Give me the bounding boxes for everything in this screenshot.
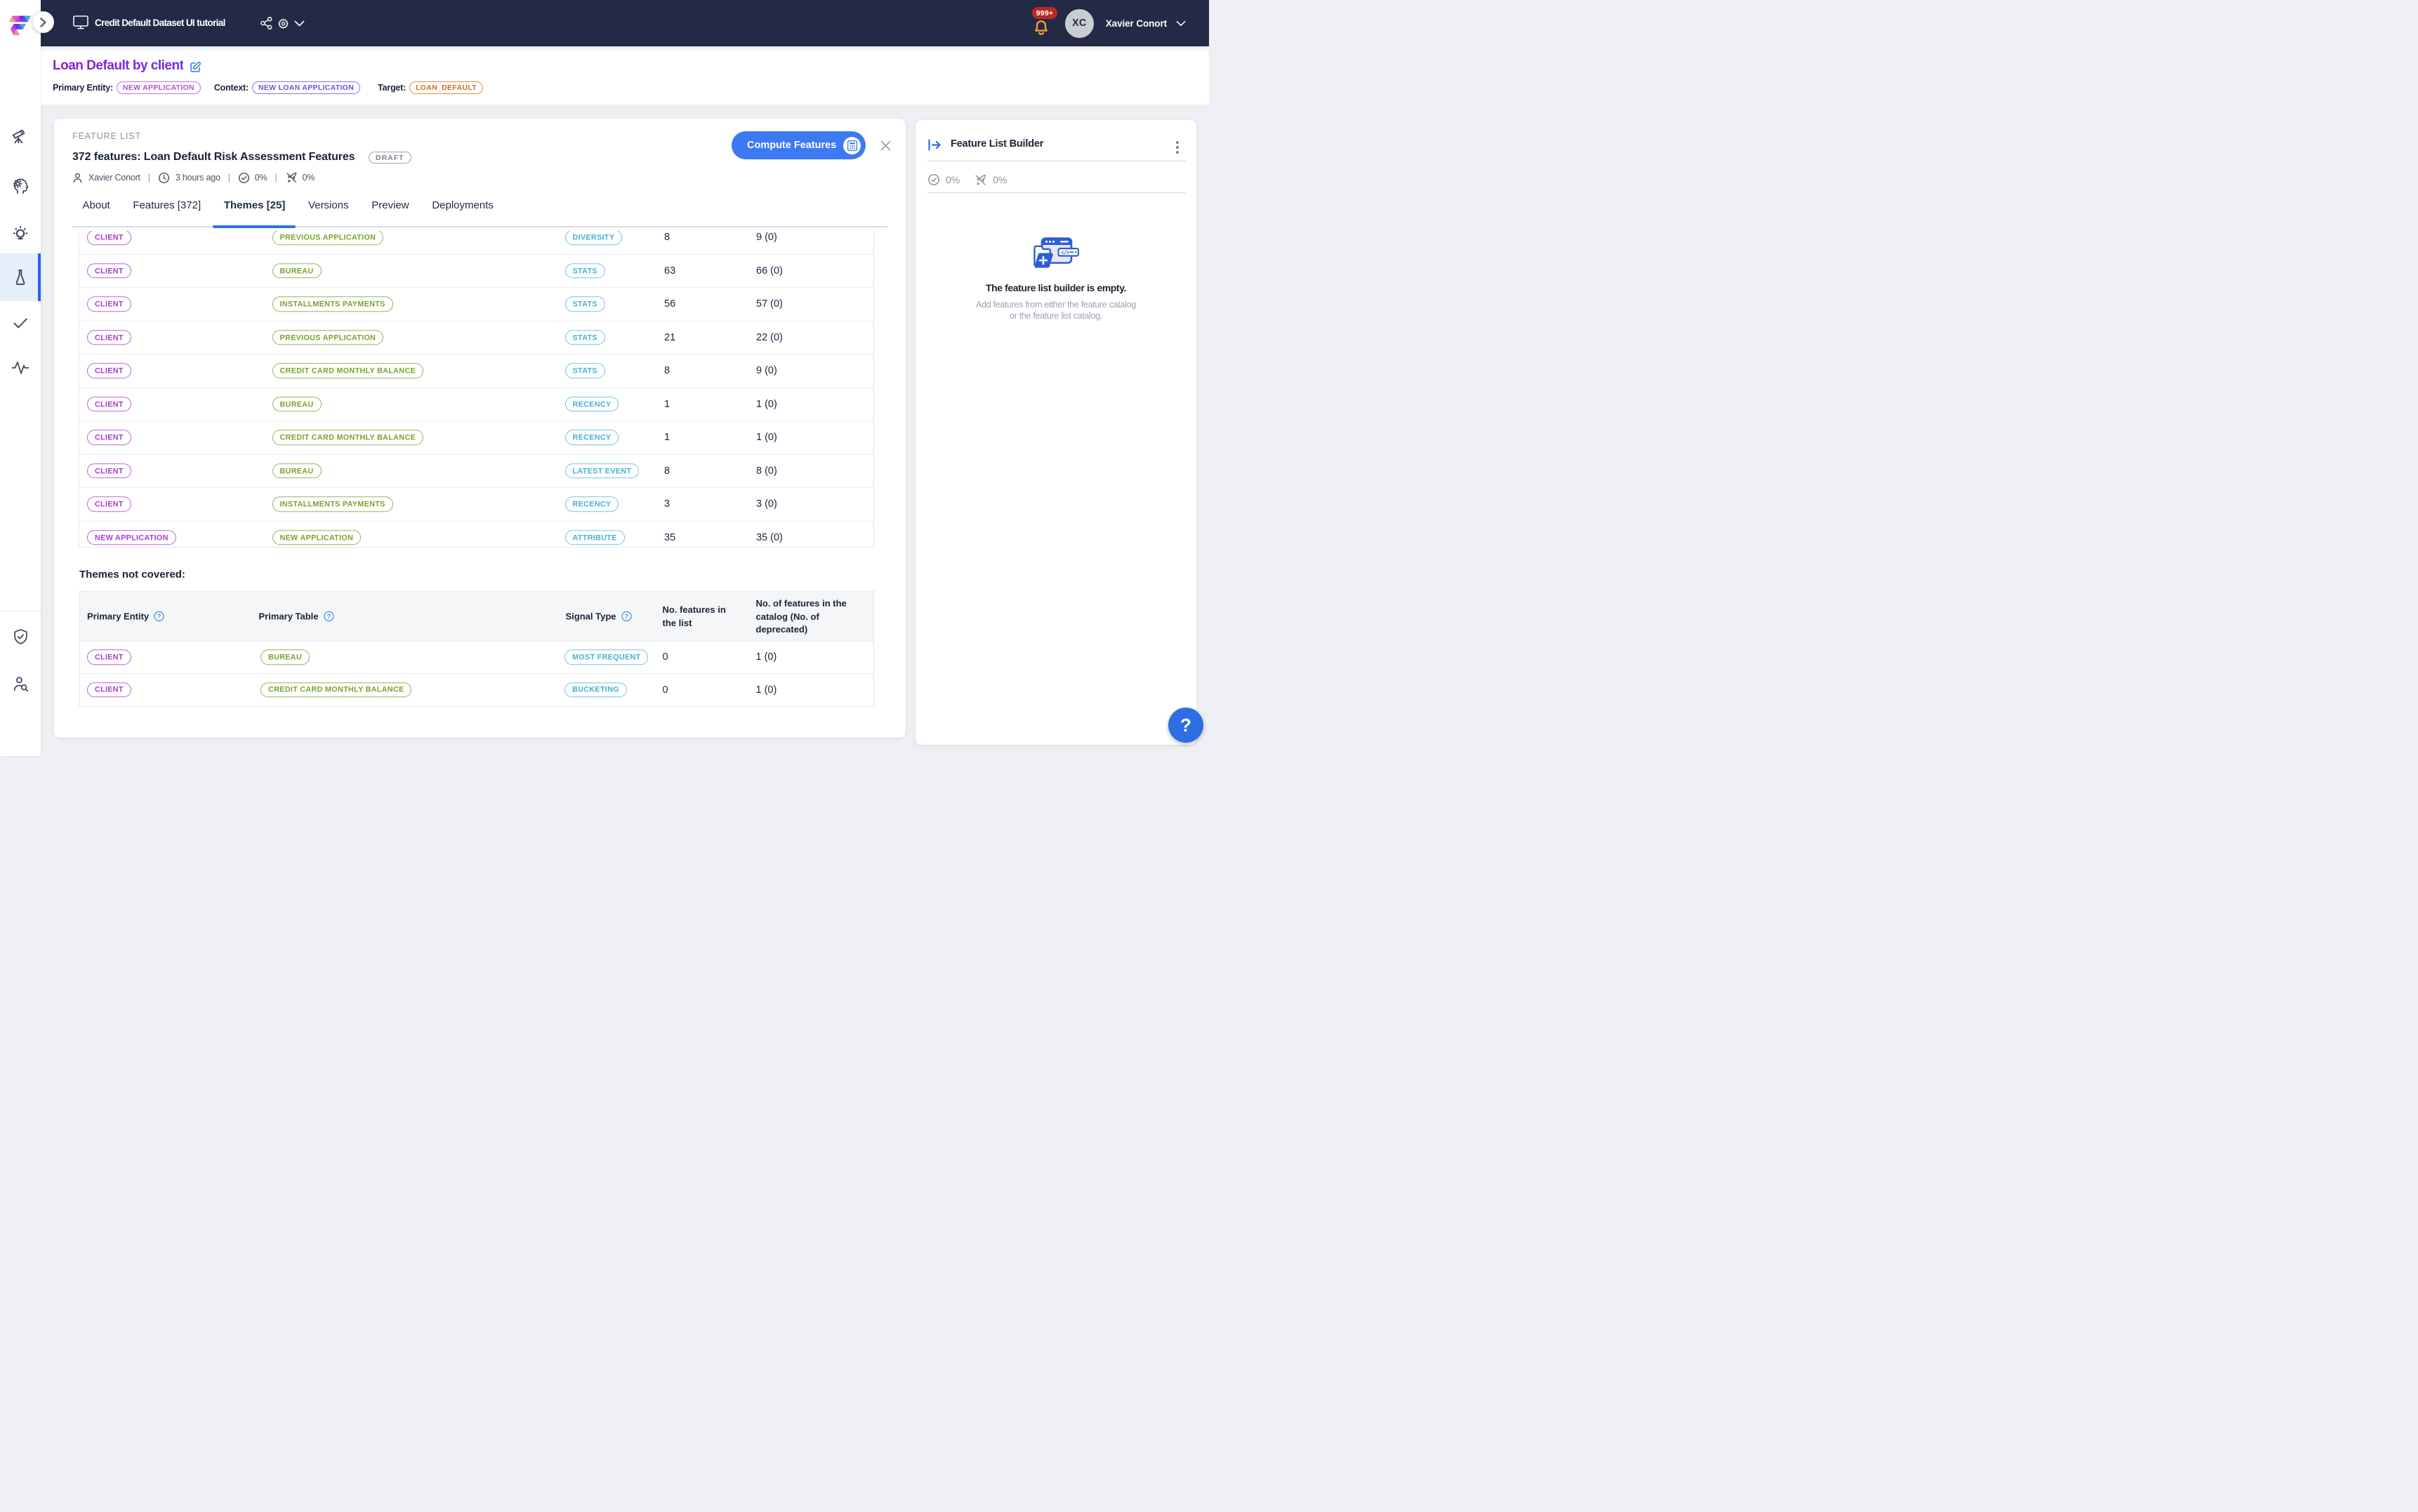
svg-text:</>: </>: [1061, 250, 1070, 256]
svg-text:?: ?: [326, 613, 330, 620]
svg-text:?: ?: [624, 613, 628, 620]
svg-text:?: ?: [157, 613, 161, 620]
